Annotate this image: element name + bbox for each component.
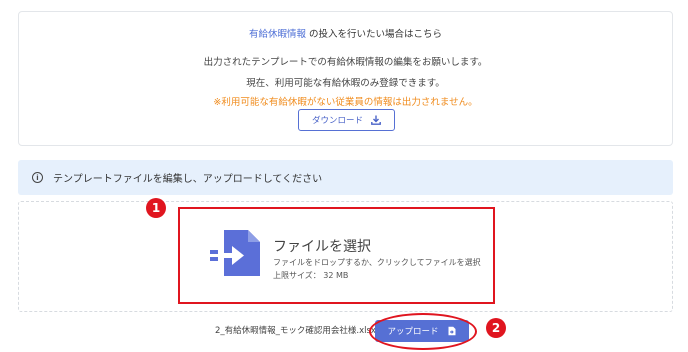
template-download-card: 有給休暇情報 の投入を行いたい場合はこちら 出力されたテンプレートでの有給休暇情… — [18, 11, 673, 146]
annotation-box-file-select — [178, 207, 495, 304]
available-only-text: 現在、利用可能な有給休暇のみ登録できます。 — [246, 78, 445, 89]
download-button[interactable]: ダウンロード — [298, 109, 395, 131]
bulk-import-suffix: の投入を行いたい場合はこちら — [309, 29, 443, 40]
paid-leave-info-link[interactable]: 有給休暇情報 — [249, 29, 306, 40]
annotation-badge-1: 1 — [146, 198, 166, 218]
edit-instruction-text: 出力されたテンプレートでの有給休暇情報の編集をお願いします。 — [203, 57, 488, 68]
info-icon: i — [32, 172, 43, 183]
selected-filename: 2_有給休暇情報_モック確認用会社様.xlsx — [215, 326, 376, 336]
annotation-circle-upload — [369, 313, 477, 350]
download-button-label: ダウンロード — [311, 116, 363, 126]
instruction-banner: i テンプレートファイルを編集し、アップロードしてください — [18, 160, 673, 195]
warning-text: ※利用可能な有給休暇がない従業員の情報は出力されません。 — [213, 97, 478, 108]
bulk-import-line: 有給休暇情報 の投入を行いたい場合はこちら — [19, 29, 672, 41]
annotation-badge-2: 2 — [486, 318, 506, 338]
instruction-banner-text: テンプレートファイルを編集し、アップロードしてください — [53, 174, 323, 185]
download-icon — [371, 115, 381, 125]
